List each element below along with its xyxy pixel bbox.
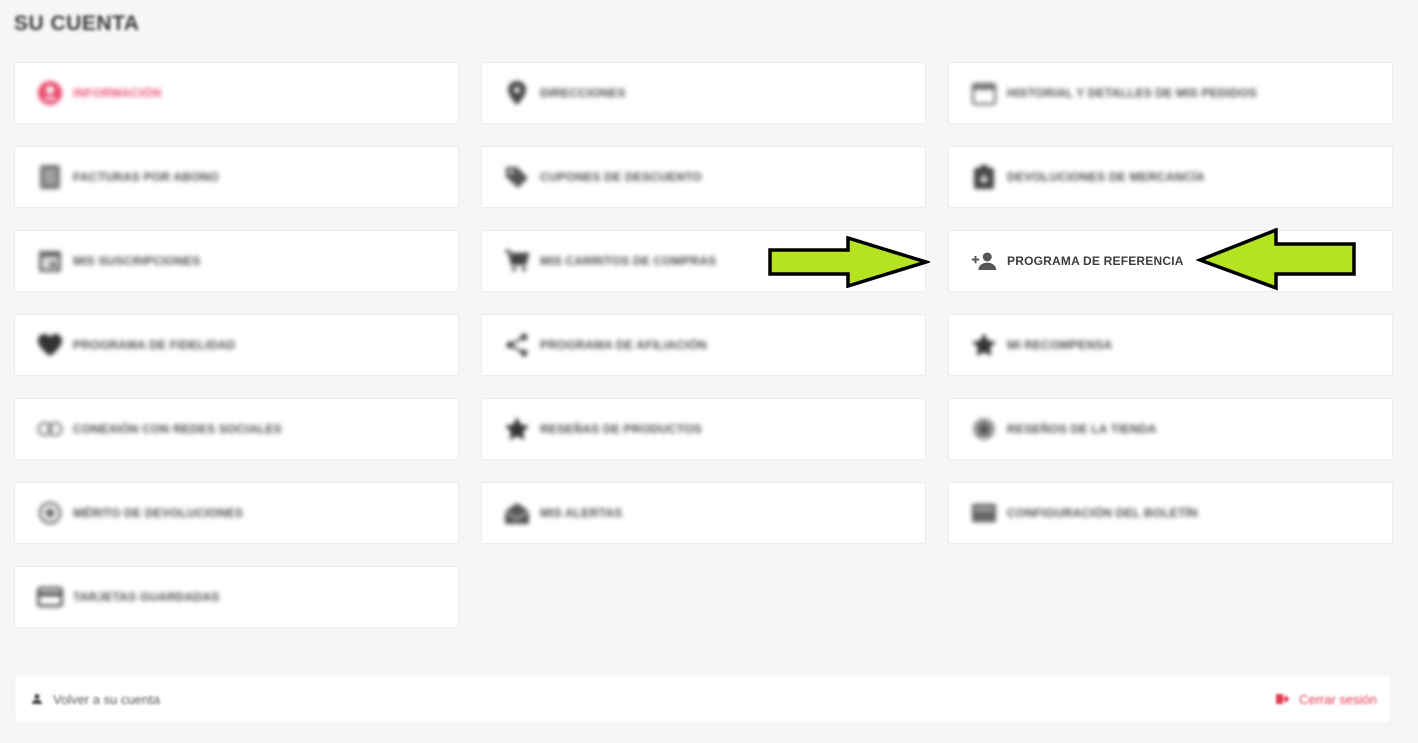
- tile-label: FACTURAS POR ABONO: [73, 170, 219, 184]
- share-icon: [504, 332, 530, 358]
- user-circle-icon: [37, 80, 63, 106]
- tile-resenas-tienda[interactable]: RESEÑOS DE LA TIENDA: [948, 398, 1393, 460]
- tile-facturas-abono[interactable]: FACTURAS POR ABONO: [14, 146, 459, 208]
- tile-configuracion-boletin[interactable]: CONFIGURACIÓN DEL BOLETÍN: [948, 482, 1393, 544]
- add-user-icon: [971, 248, 997, 274]
- logout-icon: [1275, 693, 1289, 705]
- tile-devoluciones-mercancia[interactable]: DEVOLUCIONES DE MERCANCÍA: [948, 146, 1393, 208]
- tile-mi-recompensa[interactable]: MI RECOMPENSA: [948, 314, 1393, 376]
- tile-label: CONFIGURACIÓN DEL BOLETÍN: [1007, 506, 1198, 520]
- account-footer: Volver a su cuenta Cerrar sesión: [14, 674, 1392, 724]
- page-title: SU CUENTA: [14, 12, 140, 35]
- logout-label: Cerrar sesión: [1298, 691, 1377, 707]
- tile-mis-alertas[interactable]: MIS ALERTAS: [481, 482, 926, 544]
- tile-tarjetas-guardadas[interactable]: TARJETAS GUARDADAS: [14, 566, 459, 628]
- tile-label: MIS ALERTAS: [540, 506, 623, 520]
- tile-label: PROGRAMA DE AFILIACIÓN: [540, 338, 707, 352]
- tile-label: HISTORIAL Y DETALLES DE MIS PEDIDOS: [1007, 86, 1257, 100]
- tile-informacion[interactable]: INFORMACIÓN: [14, 62, 459, 124]
- tag-icon: [504, 164, 530, 190]
- tile-label: MIS SUSCRIPCIONES: [73, 254, 201, 268]
- tile-redes-sociales[interactable]: CONEXIÓN CON REDES SOCIALES: [14, 398, 459, 460]
- tile-label: DIRECCIONES: [540, 86, 626, 100]
- tile-label: CONEXIÓN CON REDES SOCIALES: [73, 422, 282, 436]
- tile-cupones-descuento[interactable]: CUPONES DE DESCUENTO: [481, 146, 926, 208]
- logout-link[interactable]: Cerrar sesión: [1275, 691, 1377, 707]
- back-to-account-link[interactable]: Volver a su cuenta: [31, 692, 160, 707]
- tile-label: RESEÑAS DE PRODUCTOS: [540, 422, 702, 436]
- tile-label: TARJETAS GUARDADAS: [73, 590, 220, 604]
- back-to-account-label: Volver a su cuenta: [53, 691, 160, 707]
- link-icon: [37, 416, 63, 442]
- tile-label: PROGRAMA DE REFERENCIA: [1007, 254, 1184, 268]
- tile-programa-fidelidad[interactable]: PROGRAMA DE FIDELIDAD: [14, 314, 459, 376]
- tile-resenas-productos[interactable]: RESEÑAS DE PRODUCTOS: [481, 398, 926, 460]
- tile-direcciones[interactable]: DIRECCIONES: [481, 62, 926, 124]
- heart-icon: [37, 332, 63, 358]
- tile-label: INFORMACIÓN: [73, 86, 162, 100]
- newsletter-icon: [971, 500, 997, 526]
- tile-merito-devoluciones[interactable]: MÉRITO DE DEVOLUCIONES: [14, 482, 459, 544]
- tile-label: MIS CARRITOS DE COMPRAS: [540, 254, 717, 268]
- tile-label: MÉRITO DE DEVOLUCIONES: [73, 506, 244, 520]
- envelope-open-icon: [504, 500, 530, 526]
- tile-programa-afiliacion[interactable]: PROGRAMA DE AFILIACIÓN: [481, 314, 926, 376]
- return-box-icon: [971, 164, 997, 190]
- highlight-arrow-left-icon: [1196, 228, 1356, 291]
- refund-icon: [37, 500, 63, 526]
- calendar-icon: [971, 80, 997, 106]
- tile-label: PROGRAMA DE FIDELIDAD: [73, 338, 236, 352]
- tile-label: RESEÑOS DE LA TIENDA: [1007, 422, 1157, 436]
- star-icon: [504, 416, 530, 442]
- document-icon: [37, 164, 63, 190]
- tile-historial-pedidos[interactable]: HISTORIAL Y DETALLES DE MIS PEDIDOS: [948, 62, 1393, 124]
- location-pin-icon: [504, 80, 530, 106]
- star-icon: [971, 332, 997, 358]
- credit-card-icon: [37, 584, 63, 610]
- cart-icon: [504, 248, 530, 274]
- highlight-arrow-right-icon: [768, 236, 930, 288]
- calendar-check-icon: [37, 248, 63, 274]
- tile-label: CUPONES DE DESCUENTO: [540, 170, 702, 184]
- star-badge-icon: [971, 416, 997, 442]
- user-icon: [31, 693, 43, 705]
- tile-label: MI RECOMPENSA: [1007, 338, 1113, 352]
- account-menu-grid: INFORMACIÓN DIRECCIONES HISTORIAL Y DETA…: [14, 62, 1393, 628]
- tile-label: DEVOLUCIONES DE MERCANCÍA: [1007, 170, 1205, 184]
- tile-suscripciones[interactable]: MIS SUSCRIPCIONES: [14, 230, 459, 292]
